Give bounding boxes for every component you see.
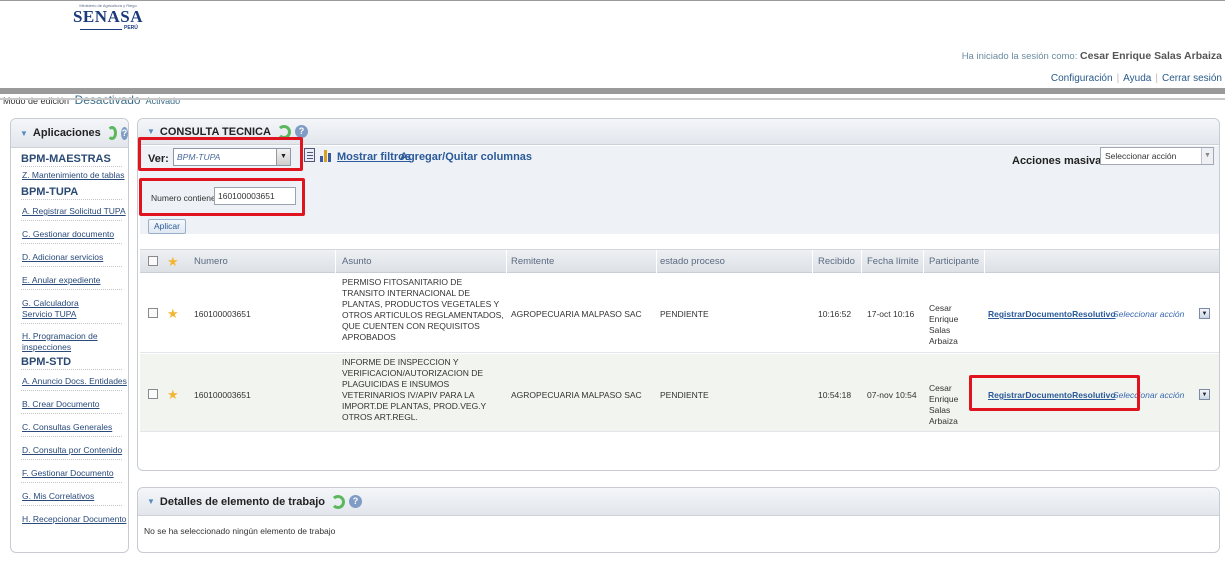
sidebar-item-programacion[interactable]: H. Programacion de inspecciones <box>11 331 107 353</box>
sidebar-item-mis-correlativos[interactable]: G. Mis Correlativos <box>11 491 128 502</box>
header-links: Configuración | Ayuda | Cerrar sesión <box>1050 73 1222 84</box>
bulk-actions-select[interactable]: Seleccionar acción ▼ <box>1100 147 1214 165</box>
star-icon[interactable]: ★ <box>167 307 179 320</box>
cell-numero[interactable]: 160100003651 <box>194 390 251 401</box>
cell-fecha-limite: 07-nov 10:54 <box>867 390 917 400</box>
cell-participante: Cesar Enrique Salas Arbaiza <box>929 303 959 346</box>
session-info: Ha iniciado la sesión como: Cesar Enriqu… <box>962 50 1222 62</box>
col-numero[interactable]: Numero <box>194 256 228 267</box>
bulk-actions-label: Acciones masivas: <box>1012 155 1112 167</box>
edit-mode: Modo de edición Desactivado Activado <box>3 93 180 107</box>
logout-link[interactable]: Cerrar sesión <box>1162 73 1222 84</box>
details-title: Detalles de elemento de trabajo <box>159 495 325 508</box>
sidebar-item-anuncio-docs[interactable]: A. Anuncio Docs. Entidades <box>11 376 128 387</box>
star-icon[interactable]: ★ <box>167 388 179 401</box>
row-checkbox[interactable] <box>148 308 158 318</box>
annotation-box-view <box>138 137 303 171</box>
work-item-details-header: ▼ Detalles de elemento de trabajo ? <box>138 488 1219 516</box>
sidebar-group-std: BPM-STD <box>21 356 72 368</box>
help-icon[interactable]: ? <box>348 495 362 508</box>
col-remitente[interactable]: Remitente <box>511 256 554 267</box>
top-border <box>0 0 1225 1</box>
cell-recibido: 10:54:18 <box>818 390 852 400</box>
cell-remitente: AGROPECUARIA MALPASO SAC <box>511 309 642 319</box>
logo-country: PERÚ <box>124 25 138 31</box>
edit-mode-off[interactable]: Desactivado <box>75 93 141 107</box>
table-header: ★ Numero Asunto Remitente estado proceso… <box>140 249 1219 274</box>
sidebar-item-gestionar-documento-std[interactable]: F. Gestionar Documento <box>11 468 128 479</box>
collapse-triangle-icon[interactable]: ▼ <box>147 497 155 506</box>
session-prefix: Ha iniciado la sesión como: <box>961 51 1078 62</box>
chevron-down-icon[interactable]: ▼ <box>1199 308 1210 319</box>
cell-estado: PENDIENTE <box>660 309 709 319</box>
apply-button[interactable]: Aplicar <box>148 219 186 234</box>
sidebar-item-registrar-solicitud[interactable]: A. Registrar Solicitud TUPA <box>11 206 128 217</box>
logo-name: SENASA <box>72 7 144 26</box>
col-participante[interactable]: Participante <box>929 256 979 267</box>
sidebar-group-maestras: BPM-MAESTRAS <box>21 153 111 165</box>
annotation-box-filter <box>139 178 305 216</box>
sidebar-item-adicionar-servicios[interactable]: D. Adicionar servicios <box>11 252 128 263</box>
row-checkbox[interactable] <box>148 389 158 399</box>
refresh-icon[interactable] <box>106 126 118 140</box>
cell-estado: PENDIENTE <box>660 390 709 400</box>
applications-panel-header: ▼ Aplicaciones ? <box>11 119 128 148</box>
cell-fecha-limite: 17-oct 10:16 <box>867 309 915 319</box>
sidebar-group-tupa: BPM-TUPA <box>21 186 79 198</box>
annotation-box-action <box>969 375 1140 411</box>
table-row[interactable]: ★ 160100003651 PERMISO FITOSANITARIO DE … <box>140 273 1219 353</box>
sidebar-item-gestionar-documento[interactable]: C. Gestionar documento <box>11 229 128 240</box>
cell-recibido: 10:16:52 <box>818 309 852 319</box>
col-asunto[interactable]: Asunto <box>342 256 372 267</box>
sidebar-item-recepcionar-documento[interactable]: H. Recepcionar Documento <box>11 514 128 525</box>
col-estado[interactable]: estado proceso <box>660 256 725 267</box>
work-item-details-panel: ▼ Detalles de elemento de trabajo ? No s… <box>137 487 1220 553</box>
sidebar-item-crear-documento[interactable]: B. Crear Documento <box>11 399 128 410</box>
session-user: Cesar Enrique Salas Arbaiza <box>1079 50 1222 62</box>
star-icon: ★ <box>167 254 179 269</box>
details-empty-message: No se ha seleccionado ningún elemento de… <box>144 526 336 536</box>
config-link[interactable]: Configuración <box>1051 73 1113 84</box>
applications-title: Aplicaciones <box>32 127 101 139</box>
collapse-triangle-icon[interactable]: ▼ <box>147 127 155 136</box>
help-icon[interactable]: ? <box>121 126 128 140</box>
sidebar-item-calculadora[interactable]: G. Calculadora Servicio TUPA <box>11 298 107 320</box>
add-columns-link[interactable]: Agregar/Quitar columnas <box>400 151 532 163</box>
col-fecha-limite[interactable]: Fecha límite <box>867 256 919 267</box>
collapse-triangle-icon[interactable]: ▼ <box>20 129 28 138</box>
header-bar <box>0 88 1225 94</box>
chevron-down-icon[interactable]: ▼ <box>1199 389 1210 400</box>
chart-icon[interactable] <box>320 148 332 162</box>
bulk-actions-value: Seleccionar acción <box>1105 151 1177 161</box>
help-link[interactable]: Ayuda <box>1123 73 1151 84</box>
panel-title: CONSULTA TECNICA <box>159 125 271 138</box>
senasa-logo: Ministerio de Agricultura y Riego SENASA… <box>66 3 150 39</box>
cell-numero[interactable]: 160100003651 <box>194 309 251 320</box>
sidebar-item-mantenimiento[interactable]: Z. Mantenimiento de tablas <box>11 170 128 181</box>
row-select-action[interactable]: Seleccionar acción <box>1113 309 1184 319</box>
sidebar-item-consultas-generales[interactable]: C. Consultas Generales <box>11 422 128 433</box>
chevron-down-icon[interactable]: ▼ <box>1201 148 1213 164</box>
refresh-icon[interactable] <box>330 494 345 509</box>
col-recibido[interactable]: Recibido <box>818 256 855 267</box>
applications-panel: ▼ Aplicaciones ? BPM-MAESTRAS Z. Manteni… <box>10 118 129 553</box>
sidebar-item-consulta-contenido[interactable]: D. Consulta por Contenido <box>11 445 128 456</box>
cell-asunto: INFORME DE INSPECCION Y VERIFICACION/AUT… <box>342 357 487 422</box>
registrar-documento-resolutivo-link[interactable]: RegistrarDocumentoResolutivo <box>988 309 1116 319</box>
sidebar-item-anular-expediente[interactable]: E. Anular expediente <box>11 275 128 286</box>
cell-asunto: PERMISO FITOSANITARIO DE TRANSITO INTERN… <box>342 277 504 342</box>
document-icon[interactable] <box>304 148 315 162</box>
cell-remitente: AGROPECUARIA MALPASO SAC <box>511 390 642 400</box>
select-all-checkbox[interactable] <box>148 256 158 266</box>
